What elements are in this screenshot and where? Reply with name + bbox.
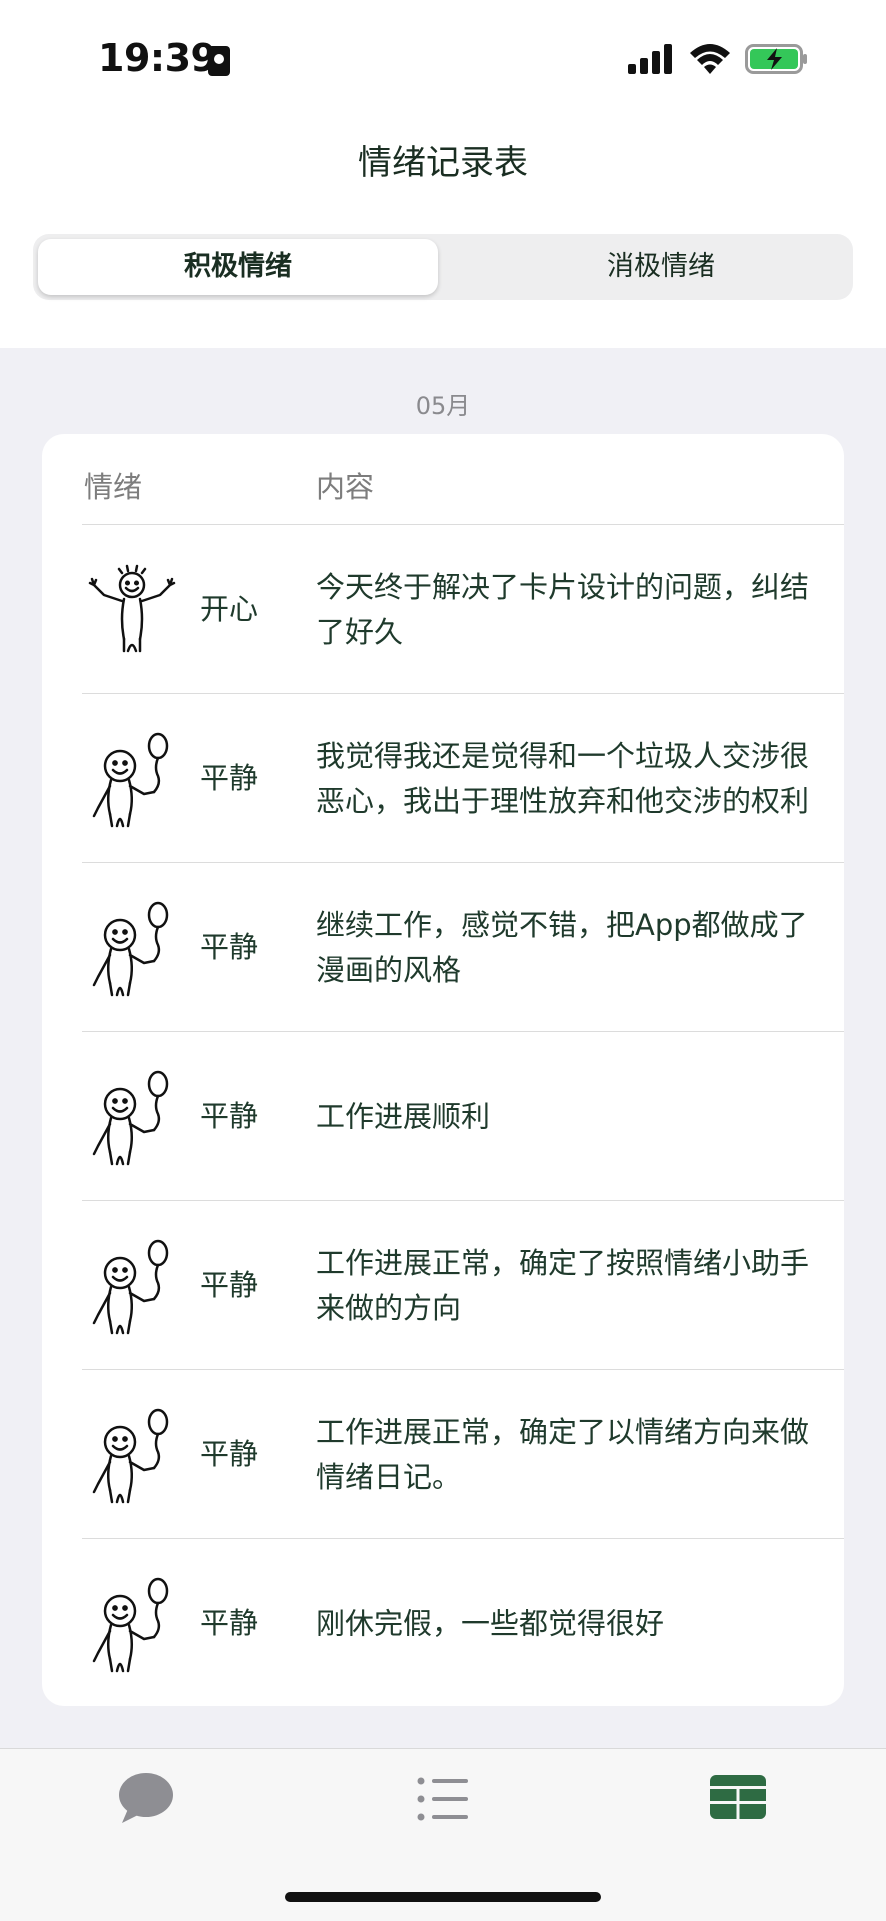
page-title: 情绪记录表 xyxy=(358,143,528,183)
mood-label: 平静 xyxy=(200,1099,259,1133)
table-row[interactable]: 平静 工作进展顺利 xyxy=(42,1032,844,1201)
entry-content: 工作进展正常，确定了按照情绪小助手来做的方向 xyxy=(316,1245,810,1325)
table-row[interactable]: 平静 工作进展正常，确定了按照情绪小助手来做的方向 xyxy=(42,1201,844,1370)
table-row[interactable]: 开心 今天终于解决了卡片设计的问题，纠结了好久 xyxy=(42,525,844,694)
table-row[interactable]: 平静 继续工作，感觉不错，把App都做成了漫画的风格 xyxy=(42,863,844,1032)
entry-content: 工作进展正常，确定了以情绪方向来做情绪日记。 xyxy=(316,1414,810,1494)
status-bar: 19:39 xyxy=(0,0,886,120)
table-row[interactable]: 平静 我觉得我还是觉得和一个垃圾人交涉很恶心，我出于理性放弃和他交涉的权利 xyxy=(42,694,844,863)
chat-bubble-icon xyxy=(119,1773,173,1823)
mood-label: 开心 xyxy=(200,592,259,626)
balloon-stickman-icon xyxy=(92,1408,169,1504)
mood-label: 平静 xyxy=(200,930,259,964)
balloon-stickman-icon xyxy=(92,901,169,997)
list-icon xyxy=(417,1777,468,1821)
tab-table[interactable] xyxy=(698,1769,778,1829)
sim-card-icon xyxy=(208,46,230,76)
top-area: 19:39 情绪记录表 积极情绪 消极情绪 xyxy=(0,0,886,348)
tab-chat[interactable] xyxy=(106,1769,186,1829)
entry-content: 我觉得我还是觉得和一个垃圾人交涉很恶心，我出于理性放弃和他交涉的权利 xyxy=(316,738,810,818)
segment-negative-emotions[interactable]: 消极情绪 xyxy=(475,239,847,295)
home-indicator xyxy=(285,1892,601,1902)
segment-positive-emotions[interactable]: 积极情绪 xyxy=(38,239,438,295)
emotion-segmented-control: 积极情绪 消极情绪 xyxy=(33,234,853,300)
table-header: 情绪 内容 xyxy=(42,434,844,525)
table-row[interactable]: 平静 刚休完假，一些都觉得很好 xyxy=(42,1539,844,1706)
cellular-signal-icon xyxy=(628,44,672,74)
month-label: 05月 xyxy=(415,392,471,420)
status-time: 19:39 xyxy=(98,36,217,80)
column-header-mood: 情绪 xyxy=(84,470,143,504)
cheering-stickman-icon xyxy=(88,564,176,653)
mood-label: 平静 xyxy=(200,1437,259,1471)
column-header-content: 内容 xyxy=(316,470,375,504)
table-icon xyxy=(710,1775,766,1819)
tab-list[interactable] xyxy=(402,1769,482,1829)
entry-content: 今天终于解决了卡片设计的问题，纠结了好久 xyxy=(316,569,810,649)
wifi-icon xyxy=(690,44,730,74)
balloon-stickman-icon xyxy=(92,732,169,828)
mood-label: 平静 xyxy=(200,1268,259,1302)
mood-label: 平静 xyxy=(200,1606,259,1640)
entry-content: 刚休完假，一些都觉得很好 xyxy=(316,1606,665,1640)
emotion-record-card: 情绪 内容 开心 今天终于解决了卡片设计的问题，纠结了好久 平静 我觉得我还是觉… xyxy=(42,434,844,1706)
table-row[interactable]: 平静 工作进展正常，确定了以情绪方向来做情绪日记。 xyxy=(42,1370,844,1539)
entry-content: 继续工作，感觉不错，把App都做成了漫画的风格 xyxy=(316,907,808,987)
balloon-stickman-icon xyxy=(92,1239,169,1335)
battery-charging-icon xyxy=(745,44,807,74)
balloon-stickman-icon xyxy=(92,1577,169,1673)
entry-content: 工作进展顺利 xyxy=(316,1099,491,1133)
mood-label: 平静 xyxy=(200,761,259,795)
balloon-stickman-icon xyxy=(92,1070,169,1166)
